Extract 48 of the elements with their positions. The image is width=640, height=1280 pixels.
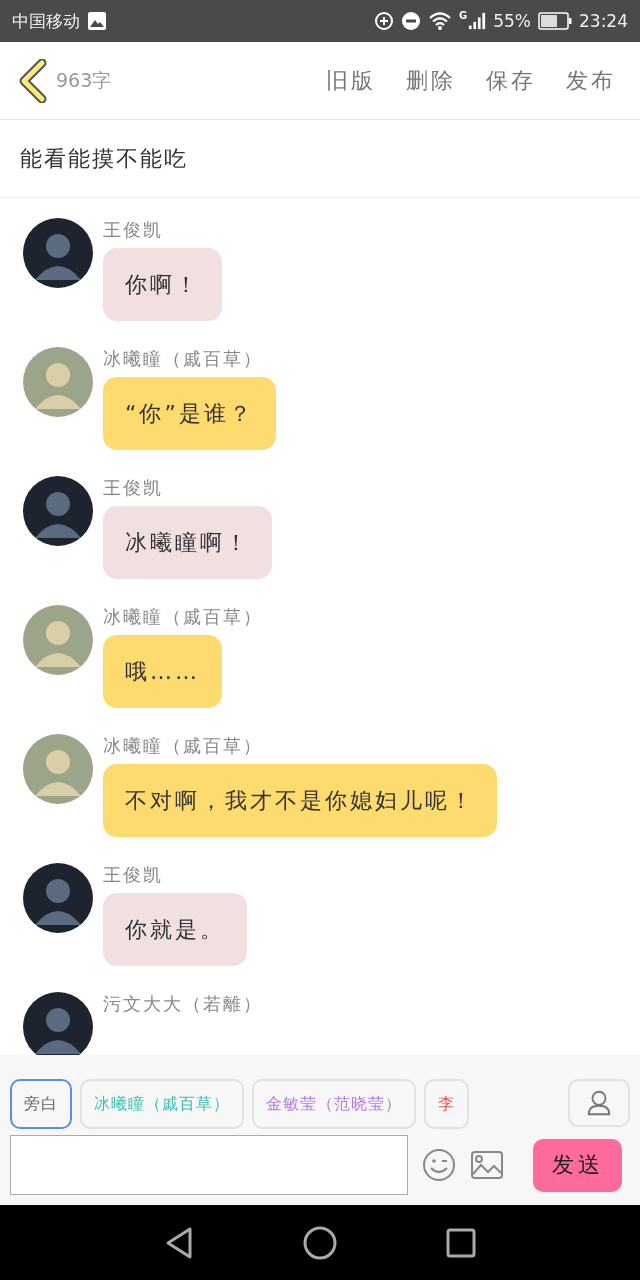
signal-icon [468,11,487,31]
sender-name: 冰曦瞳（戚百草） [103,605,263,629]
wifi-icon [428,11,452,31]
network-type: G [459,10,468,21]
avatar-icon [23,218,93,288]
role-chip[interactable]: 旁白 [10,1079,72,1129]
sender-name: 王俊凯 [103,476,163,500]
carrier-name: 中国移动 [12,9,80,33]
sender-name: 王俊凯 [103,218,163,242]
person-icon [585,1089,613,1117]
role-chip[interactable]: 金敏莹（范晓莹） [252,1079,416,1129]
message-bubble: 哦…… [103,635,222,708]
clock: 23:24 [579,11,628,31]
message-bubble: 你就是。 [103,893,247,966]
header-action[interactable]: 旧版 [320,65,382,96]
story-title: 能看能摸不能吃 [0,120,640,198]
battery-icon [538,12,572,30]
avatar-icon [23,863,93,933]
header-action[interactable]: 删除 [400,65,462,96]
person-button[interactable] [568,1079,630,1127]
send-button[interactable]: 发送 [533,1138,622,1192]
image-icon[interactable] [470,1150,504,1180]
back-icon[interactable] [18,58,48,103]
battery-percent: 55% [493,11,531,31]
recents-nav-icon[interactable] [445,1227,476,1258]
avatar-icon [23,347,93,417]
header-action[interactable]: 发布 [560,65,622,96]
emoji-icon[interactable] [422,1148,456,1182]
avatar-icon [23,476,93,546]
message-bubble: 你啊！ [103,248,222,321]
image-icon [87,11,107,31]
sender-name: 污文大大（若離） [103,992,263,1016]
sender-name: 王俊凯 [103,863,163,887]
home-nav-icon[interactable] [303,1225,337,1260]
avatar-icon [23,734,93,804]
message-bubble: “你”是谁？ [103,377,276,450]
back-nav-icon[interactable] [164,1225,195,1260]
message-bubble: 不对啊，我才不是你媳妇儿呢！ [103,764,497,837]
word-count: 963字 [56,67,112,93]
header-action[interactable]: 保存 [480,65,542,96]
role-chip[interactable]: 李 [424,1079,469,1129]
avatar-icon [23,605,93,675]
sender-name: 冰曦瞳（戚百草） [103,347,263,371]
message-bubble: 冰曦瞳啊！ [103,506,272,579]
do-not-disturb-icon [401,11,421,31]
sender-name: 冰曦瞳（戚百草） [103,734,263,758]
message-input[interactable] [10,1135,408,1195]
data-saver-icon [374,11,394,31]
